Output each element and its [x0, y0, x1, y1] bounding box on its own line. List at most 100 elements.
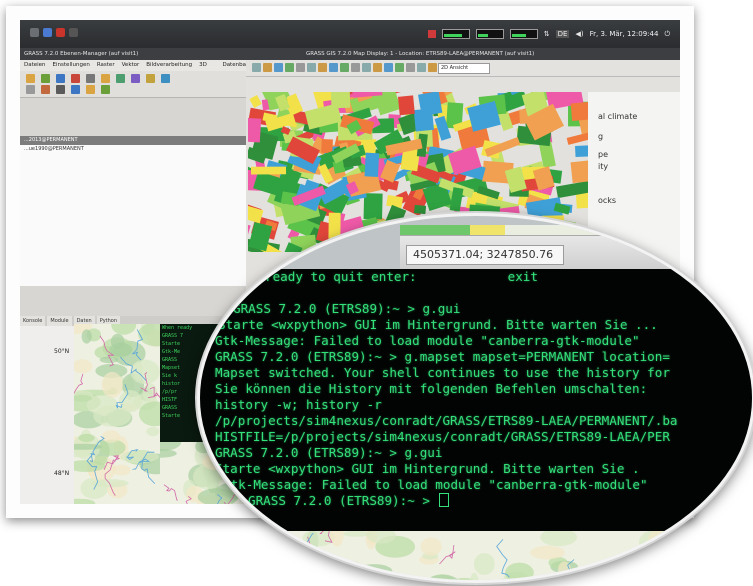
zoom-callout: 4505371.04; 3247850.76 ready to quit ent…: [197, 213, 753, 583]
land-patch: [248, 117, 262, 143]
land-patch: [250, 166, 287, 175]
terminal-line: ready to quit enter: exit: [200, 269, 752, 285]
toolbar-icon[interactable]: [131, 74, 140, 83]
terminal-line: /p/projects/sim4nexus/conradt/GRASS/ETRS…: [200, 413, 752, 429]
terrain-patch: [530, 545, 565, 560]
app-icon[interactable]: [56, 28, 65, 37]
power-icon[interactable]: ⏻: [664, 30, 670, 39]
terrain-patch: [133, 361, 143, 381]
map-tool-icon[interactable]: [362, 63, 371, 72]
app-icon[interactable]: [30, 28, 39, 37]
cpu-meter: [441, 29, 470, 39]
terminal-line: Starte <wxpython> GUI im Hintergrund. Bi…: [200, 461, 752, 477]
map-tool-icon[interactable]: [417, 63, 426, 72]
map-tool-icon[interactable]: [406, 63, 415, 72]
terrain-patch: [146, 426, 160, 437]
system-panel: ⇅ DE ◀) Fr, 3. Mär, 12:09:44 ⏻: [20, 20, 680, 48]
legend-label: g: [598, 132, 604, 141]
tab-module[interactable]: Module: [47, 316, 72, 326]
map-tool-icon[interactable]: [329, 63, 338, 72]
map-tool-icon[interactable]: [384, 63, 393, 72]
terminal-text: GRASS 7.2.0 (ETRS89):~ > g.gui: [233, 301, 461, 316]
terrain-patch: [78, 433, 95, 443]
menu-item[interactable]: Dateien: [24, 60, 46, 71]
land-patch: [413, 204, 427, 215]
map-tool-icon[interactable]: [296, 63, 305, 72]
map-tool-icon[interactable]: [318, 63, 327, 72]
net-meter: [509, 29, 538, 39]
terrain-patch: [692, 554, 718, 565]
land-patch: [418, 92, 443, 117]
map-tool-icon[interactable]: [428, 63, 437, 72]
language-indicator[interactable]: DE: [555, 30, 570, 38]
terminal-line: GRASS 7.2.0 (ETRS89):~ > g.gui: [200, 301, 752, 317]
terrain-patch: [203, 541, 214, 559]
toolbar-icon[interactable]: [161, 74, 170, 83]
view-mode-select[interactable]: 2D Ansicht: [438, 63, 490, 74]
toolbar-icon[interactable]: [71, 74, 80, 83]
terrain-patch: [101, 371, 123, 398]
terrain-patch: [286, 543, 317, 562]
terminal-text: Gtk-Message: Failed to load module "canb…: [223, 477, 648, 492]
terrain-patch: [505, 562, 534, 580]
system-tray: ⇅ DE ◀) Fr, 3. Mär, 12:09:44 ⏻: [427, 29, 670, 39]
map-tool-icon[interactable]: [307, 63, 316, 72]
terminal[interactable]: ready to quit enter: exit GRASS 7.2.0 (ET…: [200, 269, 752, 531]
map-toolbar: 2D Ansicht: [246, 60, 680, 77]
toolbar-icon[interactable]: [41, 74, 50, 83]
toolbar-icon[interactable]: [116, 74, 125, 83]
terrain-patch: [420, 537, 442, 556]
toolbar-icon[interactable]: [41, 85, 50, 94]
toolbar-icon[interactable]: [56, 85, 65, 94]
toolbar-icon[interactable]: [26, 85, 35, 94]
map-tool-icon[interactable]: [340, 63, 349, 72]
map-tool-icon[interactable]: [395, 63, 404, 72]
battery-icon[interactable]: [427, 30, 436, 38]
layer-row[interactable]: ...2013@PERMANENT: [20, 136, 246, 145]
coordinates-display: 4505371.04; 3247850.76: [406, 245, 564, 265]
land-patch: [321, 139, 333, 154]
map-tool-icon[interactable]: [351, 63, 360, 72]
window-title: GRASS GIS 7.2.0 Map Display: 1 - Locatio…: [246, 48, 680, 60]
latitude-label: 48°N: [54, 470, 70, 477]
volume-icon[interactable]: ◀): [575, 30, 583, 38]
toolbar-icon[interactable]: [86, 74, 95, 83]
toolbar-icon[interactable]: [101, 85, 110, 94]
menu-item[interactable]: Vektor: [122, 60, 140, 71]
toolbar-icon[interactable]: [71, 85, 80, 94]
toolbar-icon[interactable]: [101, 74, 110, 83]
menu-bar: Dateien Einstellungen Raster Vektor Bildvera…: [20, 60, 285, 79]
tab-konsole[interactable]: Konsole: [20, 316, 46, 326]
menu-item[interactable]: Bildverarbeitung: [146, 60, 192, 71]
terminal-line: HISTFILE=/p/projects/sim4nexus/conradt/G…: [200, 429, 752, 445]
menu-item[interactable]: Raster: [97, 60, 115, 71]
terminal-line: history -w; history -r: [200, 397, 752, 413]
legend-label: ocks: [598, 196, 617, 205]
toolbar-icon[interactable]: [86, 85, 95, 94]
app-icon[interactable]: [69, 28, 78, 37]
terminal-text: Sie können die History mit folgenden Bef…: [215, 381, 648, 396]
toolbar-icon[interactable]: [26, 74, 35, 83]
toolbar-icon[interactable]: [56, 74, 65, 83]
layer-row[interactable]: ...ue1990@PERMANENT: [20, 145, 246, 154]
map-tool-icon[interactable]: [252, 63, 261, 72]
terrain-patch: [642, 558, 676, 580]
menu-item[interactable]: 3D raster: [199, 60, 215, 79]
land-patch: [575, 144, 588, 158]
network-icon[interactable]: ⇅: [544, 30, 550, 38]
terrain-patch: [226, 552, 259, 565]
terminal-line: Starte <wxpython> GUI im Hintergrund. Bi…: [200, 317, 752, 333]
overview-map[interactable]: [74, 324, 160, 504]
map-tool-icon[interactable]: [263, 63, 272, 72]
map-tool-icon[interactable]: [274, 63, 283, 72]
clock[interactable]: Fr, 3. Mär, 12:09:44: [590, 30, 659, 38]
land-patch: [249, 94, 262, 109]
menu-item[interactable]: Einstellungen: [53, 60, 90, 71]
map-tool-icon[interactable]: [285, 63, 294, 72]
app-icon[interactable]: [43, 28, 52, 37]
map-tool-icon[interactable]: [373, 63, 382, 72]
land-patch: [570, 159, 588, 184]
toolbar-icon[interactable]: [146, 74, 155, 83]
terminal-line: Gtk-Message: Failed to load module "canb…: [200, 477, 752, 493]
